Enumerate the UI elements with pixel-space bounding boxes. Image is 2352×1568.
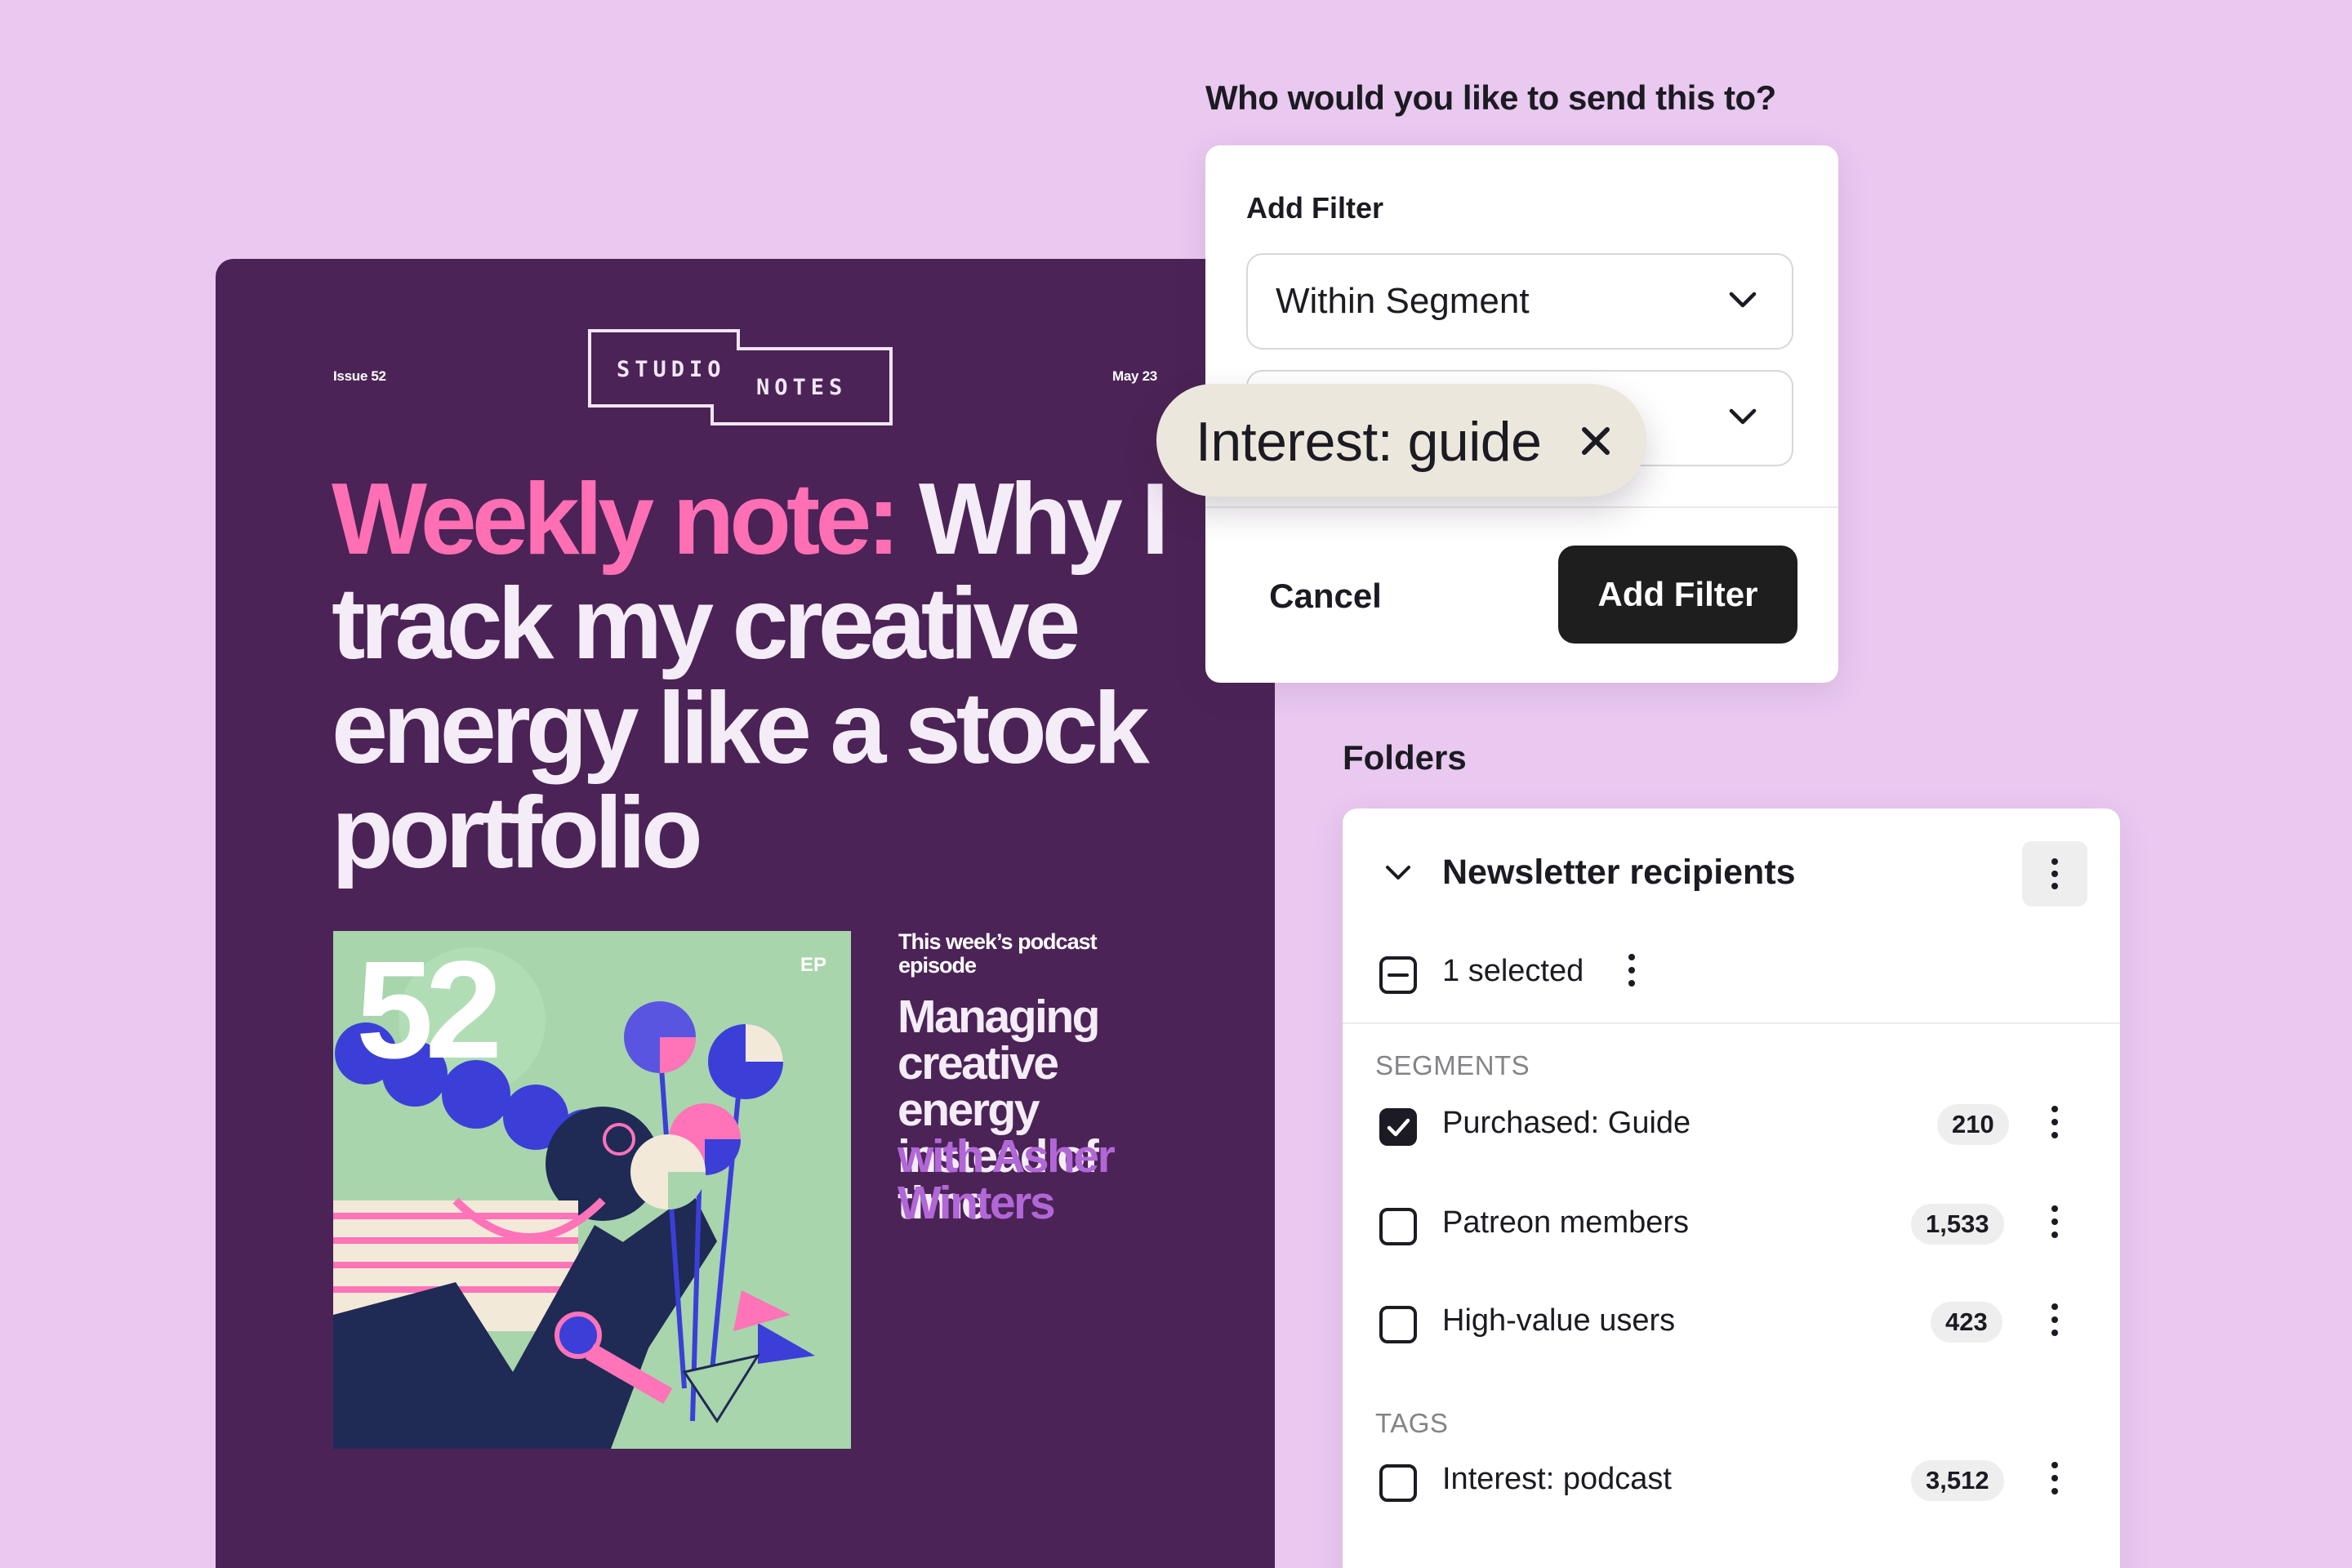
send-question: Who would you like to send this to? — [1205, 78, 1776, 117]
chevron-down-icon — [1729, 408, 1757, 425]
more-vertical-icon[interactable] — [2050, 1204, 2060, 1240]
newsletter-headline: Weekly note: Why I track my creative ene… — [332, 467, 1181, 885]
issue-date: May 23 — [1112, 368, 1157, 384]
segment-count-badge: 210 — [1937, 1104, 2009, 1145]
issue-number: Issue 52 — [333, 368, 386, 384]
unchecked-checkbox[interactable] — [1379, 1305, 1418, 1344]
newsletter-preview: Issue 52 May 23 STUDIO NOTES Weekly note… — [216, 259, 1275, 1568]
segment-count-badge: 1,533 — [1911, 1204, 2004, 1245]
tag-label: Interest: podcast — [1442, 1462, 1672, 1496]
add-filter-button[interactable]: Add Filter — [1558, 546, 1797, 644]
more-vertical-icon[interactable] — [2050, 1302, 2060, 1338]
close-icon[interactable] — [1579, 425, 1612, 457]
chevron-down-icon[interactable] — [1385, 864, 1411, 882]
segment-row[interactable]: Purchased: Guide 210 — [1343, 1093, 2120, 1158]
unchecked-checkbox[interactable] — [1379, 1207, 1418, 1246]
studio-notes-logo: STUDIO NOTES — [588, 329, 898, 427]
more-vertical-icon[interactable] — [1627, 952, 1637, 988]
folders-divider — [1343, 1022, 2120, 1024]
selected-count: 1 selected — [1442, 954, 1584, 988]
segment-label: Patreon members — [1442, 1205, 1690, 1240]
episode-tag: EP — [800, 954, 826, 976]
segment-type-value: Within Segment — [1276, 281, 1530, 321]
dialog-divider — [1205, 506, 1838, 508]
tag-row[interactable]: Interest: podcast 3,512 — [1343, 1449, 2120, 1514]
segment-label: High-value users — [1442, 1303, 1676, 1338]
folder-menu-button[interactable] — [2022, 841, 2087, 906]
more-vertical-icon — [2051, 858, 2058, 889]
add-filter-label: Add Filter — [1246, 191, 1383, 225]
indeterminate-checkbox[interactable] — [1379, 956, 1418, 995]
unchecked-checkbox[interactable] — [1379, 1463, 1418, 1503]
folders-panel: Newsletter recipients 1 selected SEGMENT… — [1343, 808, 2120, 1568]
checked-checkbox[interactable] — [1379, 1107, 1418, 1147]
logo-word-notes: NOTES — [756, 375, 848, 400]
segment-type-select[interactable]: Within Segment — [1246, 253, 1793, 350]
segments-header: SEGMENTS — [1375, 1050, 1530, 1080]
headline-accent: Weekly note: — [332, 463, 901, 576]
segment-label: Purchased: Guide — [1442, 1106, 1691, 1140]
segment-row[interactable]: Patreon members 1,533 — [1343, 1192, 2120, 1258]
segment-row[interactable]: High-value users 423 — [1343, 1290, 2120, 1356]
podcast-guest: with Asher Winters — [898, 1130, 1116, 1229]
more-vertical-icon[interactable] — [2050, 1460, 2060, 1496]
podcast-label: This week’s podcast episode — [898, 929, 1098, 978]
logo-word-studio: STUDIO — [617, 357, 726, 382]
episode-number: 52 — [356, 933, 502, 1088]
cancel-button[interactable]: Cancel — [1248, 547, 1403, 645]
folder-name[interactable]: Newsletter recipients — [1442, 853, 1796, 893]
tags-header: TAGS — [1375, 1408, 1449, 1438]
folders-title: Folders — [1343, 738, 1467, 777]
segment-count-badge: 423 — [1931, 1302, 2002, 1343]
tag-count-badge: 3,512 — [1911, 1460, 2004, 1501]
tag-label: Interest: guide — [1196, 411, 1542, 473]
interest-guide-tag[interactable]: Interest: guide — [1156, 384, 1646, 497]
podcast-artwork: 52 EP — [333, 931, 851, 1449]
chevron-down-icon — [1729, 292, 1757, 308]
more-vertical-icon[interactable] — [2050, 1104, 2060, 1140]
